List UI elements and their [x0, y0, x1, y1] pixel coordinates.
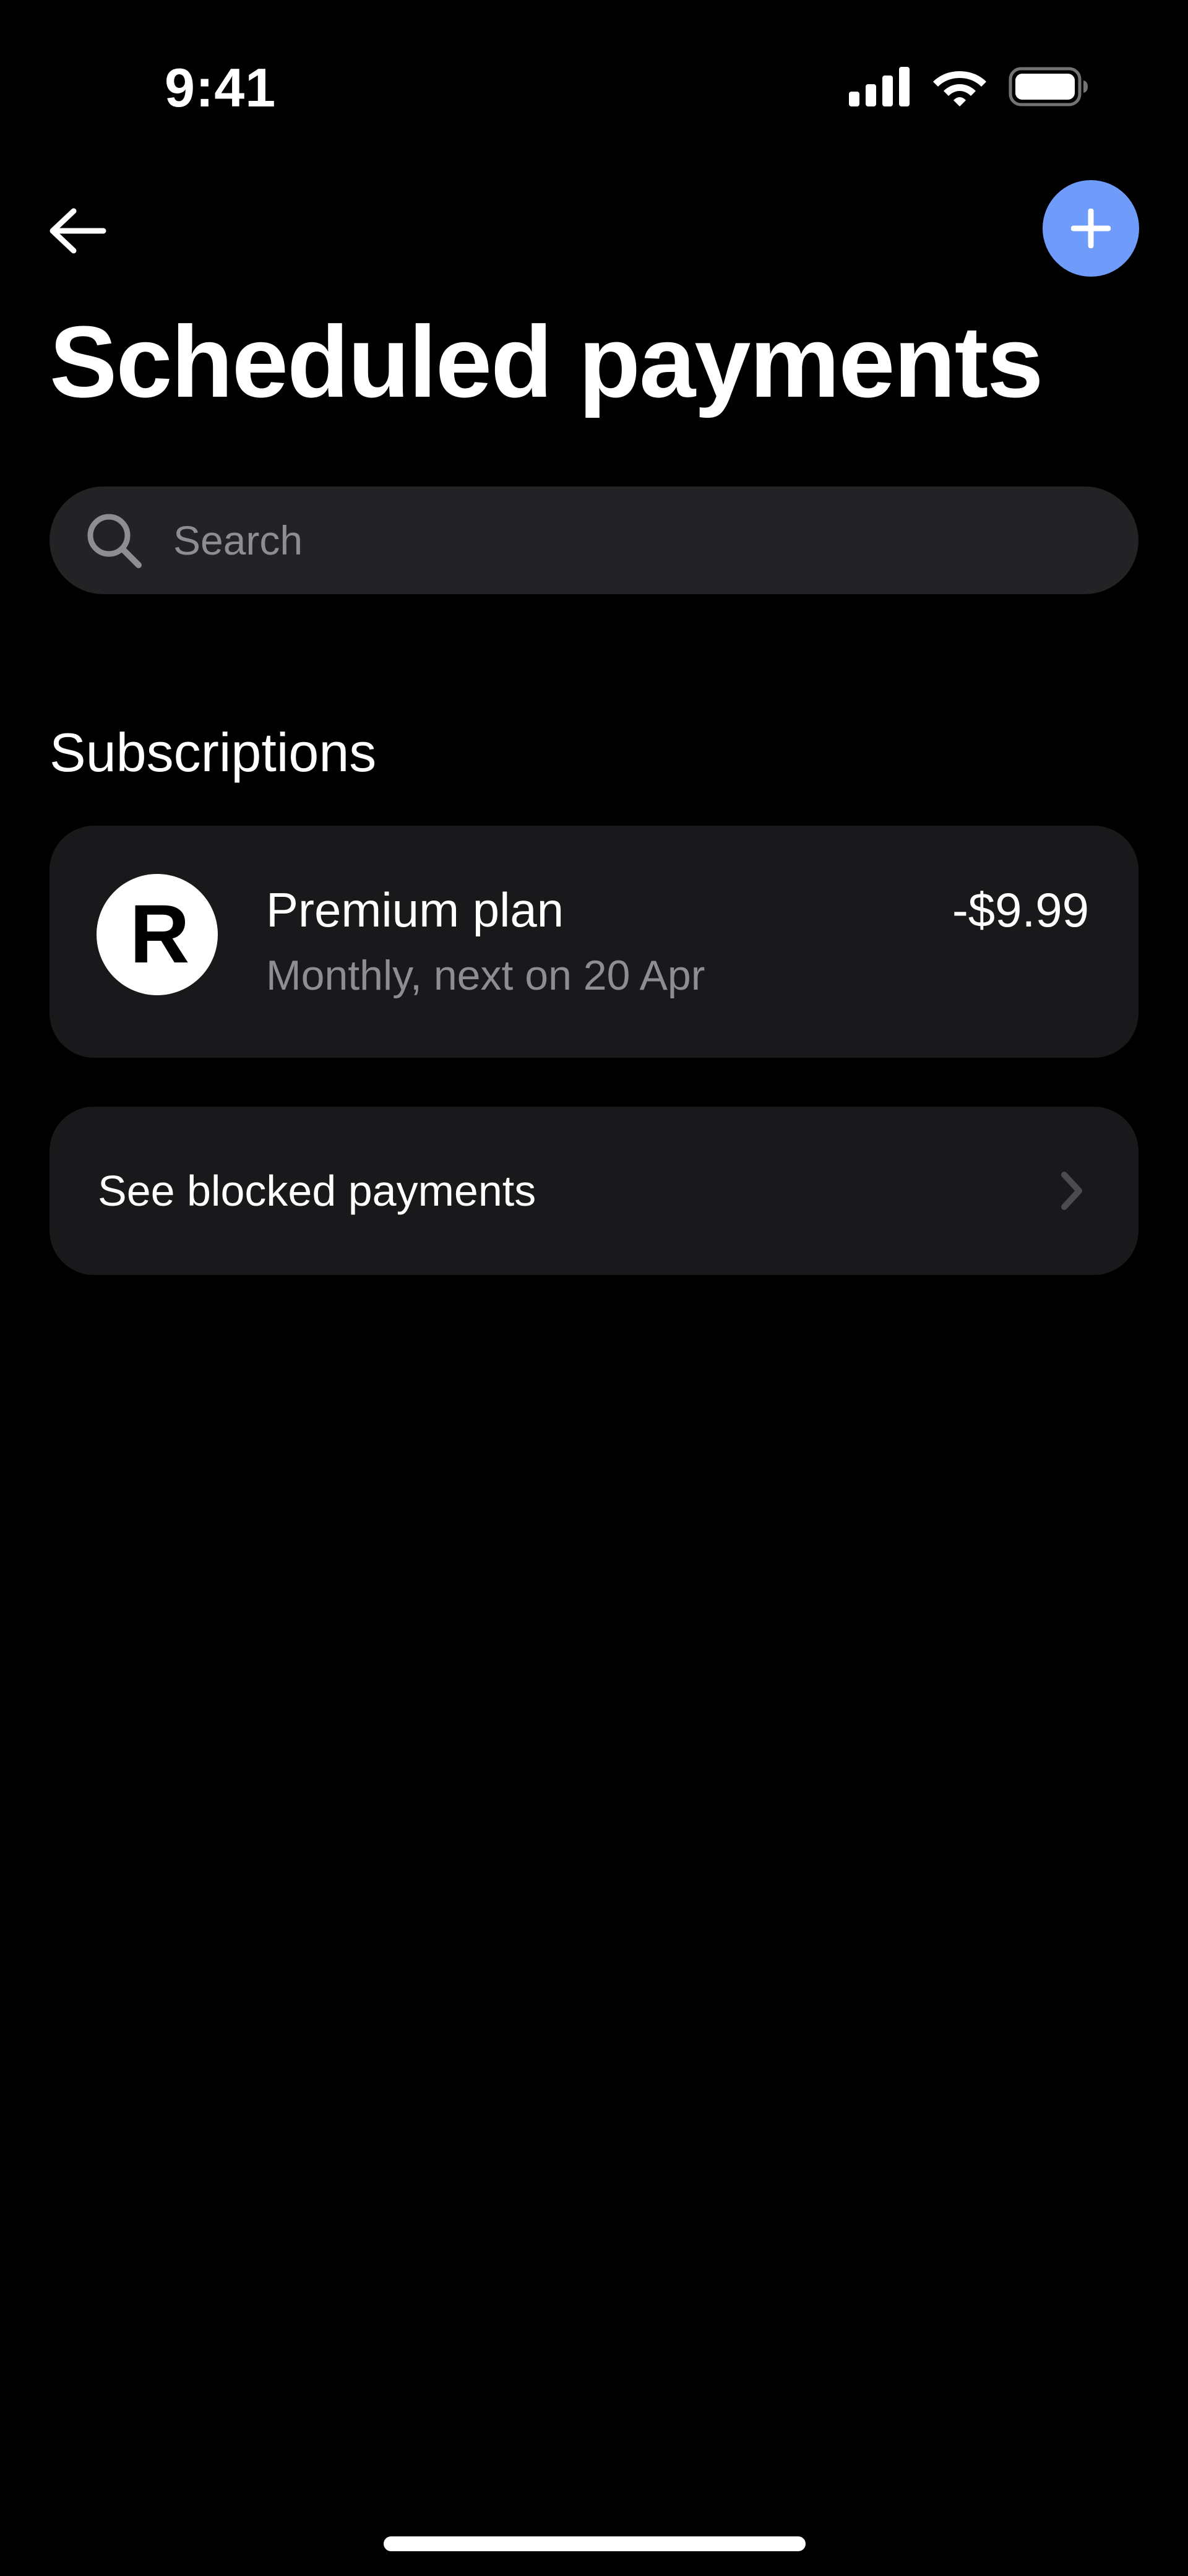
search-icon	[87, 514, 142, 568]
subscription-schedule: Monthly, next on 20 Apr	[266, 952, 705, 999]
chevron-right-icon	[1061, 1172, 1082, 1210]
status-icons	[849, 64, 1089, 109]
search-bar[interactable]	[50, 486, 1138, 594]
blocked-payments-button[interactable]: See blocked payments	[50, 1107, 1138, 1275]
section-title-subscriptions: Subscriptions	[50, 722, 377, 783]
search-input[interactable]	[173, 503, 1138, 577]
subscription-amount: -$9.99	[952, 883, 1089, 937]
status-time: 9:41	[165, 57, 277, 118]
battery-icon	[1009, 67, 1088, 106]
status-bar: 9:41	[0, 0, 1188, 173]
add-payment-button[interactable]	[1043, 180, 1139, 277]
subscription-name: Premium plan	[266, 883, 564, 937]
arrow-left-icon	[50, 208, 106, 254]
page-title: Scheduled payments	[50, 305, 1043, 418]
cellular-signal-icon	[849, 67, 910, 106]
merchant-logo-letter: R	[129, 888, 190, 980]
blocked-payments-label: See blocked payments	[98, 1167, 536, 1215]
merchant-logo: R	[97, 874, 218, 995]
plus-icon	[1071, 209, 1111, 248]
home-indicator[interactable]	[384, 2536, 806, 2551]
wifi-icon	[933, 71, 986, 106]
subscription-item[interactable]: R Premium plan Monthly, next on 20 Apr -…	[50, 826, 1138, 1058]
back-button[interactable]	[43, 197, 111, 265]
